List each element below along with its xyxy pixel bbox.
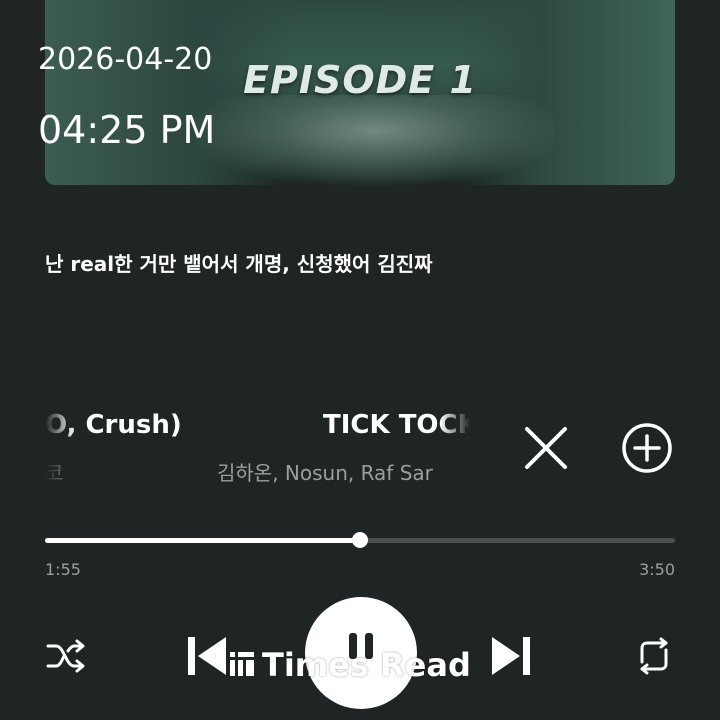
track-info-marquee[interactable]: O, Crush) 코 TICK TOCK 김하온, Nosun, Raf Sa… [45, 405, 470, 485]
marquee-fade-left [45, 405, 75, 485]
skip-next-icon [492, 637, 530, 675]
next-button[interactable] [486, 630, 536, 682]
add-button[interactable] [619, 420, 675, 476]
marquee-fade-right [440, 405, 470, 485]
progress-bar[interactable] [45, 532, 675, 548]
watermark: Times Read [228, 646, 471, 686]
shuffle-button[interactable] [42, 632, 90, 680]
current-time: 1:55 [45, 560, 81, 579]
skip-previous-icon [188, 637, 226, 675]
overlay-time: 04:25 PM [38, 108, 216, 152]
close-button[interactable] [518, 420, 574, 476]
repeat-icon [640, 637, 668, 675]
progress-fill [45, 538, 360, 543]
lyric-line: 난 real한 거만 뱉어서 개명, 신청했어 김진짜 [45, 252, 433, 276]
track-artists: 김하온, Nosun, Raf Sar [217, 461, 433, 485]
repeat-button[interactable] [630, 632, 678, 680]
total-time: 3:50 [639, 560, 675, 579]
album-art-road [195, 95, 555, 185]
progress-thumb[interactable] [352, 532, 368, 548]
watermark-icon [228, 648, 256, 686]
close-icon [525, 427, 567, 469]
overlay-date: 2026-04-20 [38, 42, 213, 77]
add-circle-icon [622, 423, 672, 473]
watermark-text: Times Read [262, 646, 471, 684]
album-art: EPISODE 1 [45, 0, 675, 185]
previous-button[interactable] [182, 630, 232, 682]
shuffle-icon [46, 639, 85, 673]
